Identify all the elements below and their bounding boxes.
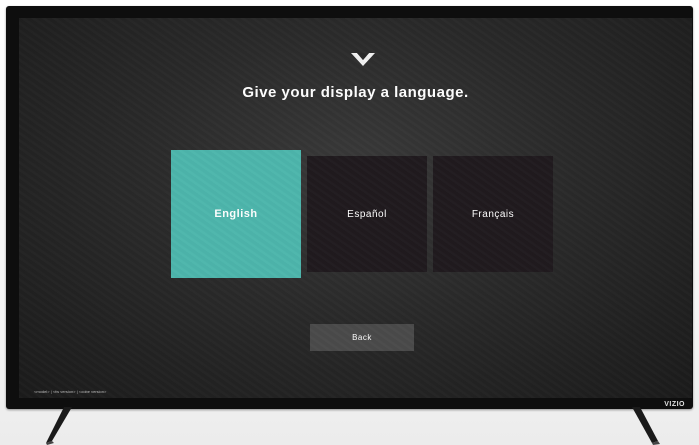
language-option-label: Français: [471, 208, 515, 220]
language-option-espanol[interactable]: Español: [307, 156, 427, 272]
language-option-francais[interactable]: Français: [433, 156, 553, 272]
page-title: Give your display a language.: [242, 84, 469, 101]
tv-stand-right: [632, 407, 660, 445]
back-button[interactable]: Back: [310, 324, 414, 351]
chevron-down-icon: [351, 53, 375, 66]
language-option-label: Español: [347, 208, 387, 220]
language-option-label: English: [214, 208, 258, 220]
language-option-english[interactable]: English: [171, 150, 301, 278]
tv-screen: Give your display a language. English Es…: [19, 18, 692, 398]
tv-bezel: Give your display a language. English Es…: [6, 6, 693, 409]
version-info: <model> | <fw version> | <oobe version>: [34, 389, 107, 394]
brand-logo: VIZIO: [664, 401, 685, 408]
tv-stand-left: [46, 407, 72, 445]
